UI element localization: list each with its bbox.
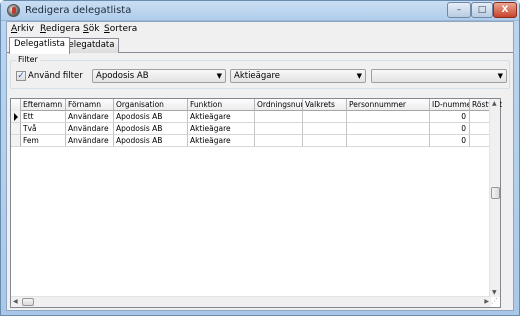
scroll-up-icon[interactable]: ▲ — [492, 100, 497, 107]
table-row[interactable]: Fem Användare Apodosis AB Aktieägare 0 — [11, 135, 491, 147]
client-area: Arkiv Redigera Sök Sortera Delegatlista … — [6, 21, 514, 311]
minimize-button[interactable]: – — [447, 2, 471, 18]
cell-valkrets[interactable] — [303, 111, 347, 123]
cell-rostvikt[interactable] — [470, 135, 491, 147]
cell-personnummer[interactable] — [347, 135, 430, 147]
function-filter-value: Aktieägare — [234, 71, 281, 81]
cell-personnummer[interactable] — [347, 111, 430, 123]
app-window: Redigera delegatlista – □ X Arkiv Redige… — [0, 0, 520, 316]
cell-organisation[interactable]: Apodosis AB — [114, 135, 188, 147]
menu-sok[interactable]: Sök — [83, 24, 99, 34]
cell-id-nummer[interactable]: 0 — [430, 123, 470, 135]
organisation-filter-select[interactable]: Apodosis AB ▼ — [92, 69, 226, 83]
column-header-organisation[interactable]: Organisation — [114, 99, 188, 111]
cell-fornamn[interactable]: Användare — [66, 123, 114, 135]
tab-strip: Delegatlista Delegatdata — [7, 37, 513, 54]
column-header-valkrets[interactable]: Valkrets — [303, 99, 347, 111]
cell-id-nummer[interactable]: 0 — [430, 135, 470, 147]
scroll-down-icon[interactable]: ▼ — [492, 289, 497, 296]
row-selector[interactable] — [11, 123, 21, 135]
title-bar[interactable]: Redigera delegatlista – □ X — [1, 1, 519, 21]
cell-funktion[interactable]: Aktieägare — [188, 111, 255, 123]
chevron-down-icon: ▼ — [356, 72, 362, 80]
cell-organisation[interactable]: Apodosis AB — [114, 123, 188, 135]
cell-rostvikt[interactable] — [470, 123, 491, 135]
cell-fornamn[interactable]: Användare — [66, 135, 114, 147]
menu-bar: Arkiv Redigera Sök Sortera — [7, 22, 513, 36]
function-filter-select[interactable]: Aktieägare ▼ — [230, 69, 366, 83]
filter-group-label: Filter — [16, 55, 40, 64]
delegate-grid[interactable]: Efternamn Förnamn Organisation Funktion … — [10, 98, 502, 308]
filter-group: Filter ✓ Använd filter Apodosis AB ▼ Akt… — [10, 55, 510, 89]
cell-efternamn[interactable]: Ett — [21, 111, 66, 123]
organisation-filter-value: Apodosis AB — [96, 71, 149, 81]
cell-id-nummer[interactable]: 0 — [430, 111, 470, 123]
cell-valkrets[interactable] — [303, 123, 347, 135]
cell-ordningsnummer[interactable] — [255, 111, 303, 123]
cell-valkrets[interactable] — [303, 135, 347, 147]
table-row[interactable]: Ett Användare Apodosis AB Aktieägare 0 — [11, 111, 491, 123]
cell-fornamn[interactable]: Användare — [66, 111, 114, 123]
column-header-ordningsnummer[interactable]: Ordningsnummer — [255, 99, 303, 111]
grid-corner[interactable] — [11, 99, 21, 111]
window-title: Redigera delegatlista — [25, 5, 132, 16]
cell-ordningsnummer[interactable] — [255, 135, 303, 147]
cell-ordningsnummer[interactable] — [255, 123, 303, 135]
column-header-id-nummer[interactable]: ID-nummer — [430, 99, 470, 111]
menu-sortera[interactable]: Sortera — [104, 24, 137, 34]
cell-funktion[interactable]: Aktieägare — [188, 123, 255, 135]
size-grip-icon: ⋰ — [491, 297, 498, 305]
tab-delegatlista[interactable]: Delegatlista — [9, 37, 70, 54]
grid-header: Efternamn Förnamn Organisation Funktion … — [11, 99, 502, 111]
cell-efternamn[interactable]: Två — [21, 123, 66, 135]
scroll-left-icon[interactable]: ◀ — [13, 298, 18, 305]
menu-redigera[interactable]: Redigera — [40, 24, 80, 34]
horizontal-scroll-thumb[interactable] — [22, 298, 34, 306]
cell-personnummer[interactable] — [347, 123, 430, 135]
cell-organisation[interactable]: Apodosis AB — [114, 111, 188, 123]
vertical-scrollbar[interactable]: ▲ ▼ — [489, 99, 500, 297]
close-button[interactable]: X — [493, 2, 517, 18]
third-filter-select[interactable]: ▼ — [371, 69, 507, 83]
menu-arkiv[interactable]: Arkiv — [11, 24, 34, 34]
column-header-fornamn[interactable]: Förnamn — [66, 99, 114, 111]
use-filter-label[interactable]: Använd filter — [28, 71, 83, 81]
chevron-down-icon: ▼ — [497, 72, 503, 80]
vertical-scroll-thumb[interactable] — [491, 187, 500, 199]
row-selector-current[interactable] — [11, 111, 21, 123]
scroll-right-icon[interactable]: ▶ — [484, 298, 489, 305]
horizontal-scrollbar[interactable]: ◀ ▶ — [11, 296, 491, 307]
apodosis-app-icon[interactable] — [7, 4, 20, 17]
cell-efternamn[interactable]: Fem — [21, 135, 66, 147]
chevron-down-icon: ▼ — [216, 72, 222, 80]
column-header-personnummer[interactable]: Personnummer — [347, 99, 430, 111]
use-filter-checkbox[interactable]: ✓ — [16, 71, 26, 81]
cell-funktion[interactable]: Aktieägare — [188, 135, 255, 147]
maximize-button[interactable]: □ — [471, 2, 493, 18]
row-selector[interactable] — [11, 135, 21, 147]
column-header-funktion[interactable]: Funktion — [188, 99, 255, 111]
column-header-efternamn[interactable]: Efternamn — [21, 99, 66, 111]
table-row[interactable]: Två Användare Apodosis AB Aktieägare 0 — [11, 123, 491, 135]
cell-rostvikt[interactable] — [470, 111, 491, 123]
